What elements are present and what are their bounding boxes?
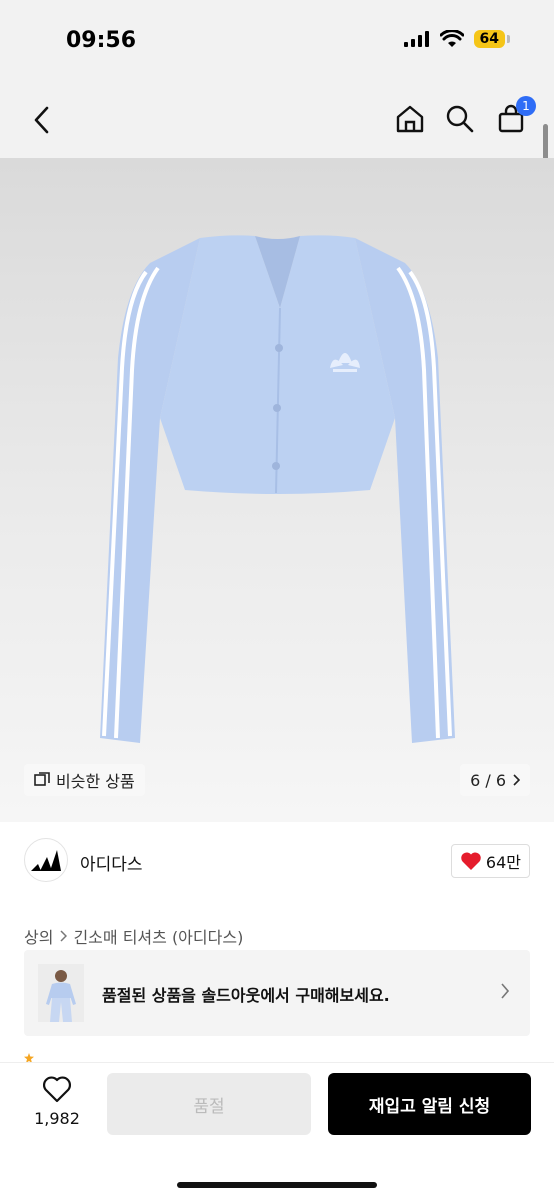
battery-tip [507,35,510,43]
heart-outline-icon [43,1076,71,1103]
chevron-right-icon [60,930,68,942]
chevron-right-icon [501,983,510,999]
model-thumbnail-image [38,964,84,1022]
wishlist-button[interactable]: 1,982 [30,1075,84,1128]
wishlist-count: 1,982 [34,1109,80,1128]
top-nav: 1 [0,80,554,158]
banner-thumbnail [38,964,84,1022]
battery-indicator: 64 [473,30,505,48]
heart-icon [461,852,481,870]
status-time: 09:56 [66,28,137,53]
breadcrumb-subcategory[interactable]: 긴소매 티셔츠 (아디다스) [73,924,243,948]
image-page-number: 6 / 6 [470,770,506,790]
cart-button[interactable]: 1 [494,96,536,136]
brand-name[interactable]: 아디다스 [80,850,143,875]
back-button[interactable] [26,104,56,136]
brand-logo[interactable] [24,838,68,882]
wifi-icon [439,30,464,47]
breadcrumb-category[interactable]: 상의 [24,924,53,948]
status-icons: 64 [403,30,510,48]
brand-like-button[interactable]: 64만 [450,844,530,878]
brand-like-count: 64만 [485,853,521,872]
home-icon [396,105,424,133]
restock-alert-button[interactable]: 재입고 알림 신청 [328,1073,531,1135]
soldout-promo-banner[interactable]: 품절된 상품을 솔드아웃에서 구매해보세요. [24,950,530,1036]
chevron-right-icon [513,774,520,786]
product-photo-cardigan [100,235,455,743]
adidas-logo [31,850,61,871]
similar-products-button[interactable]: 비슷한 상품 [24,764,145,796]
breadcrumb: 상의 긴소매 티셔츠 (아디다스) [24,924,243,948]
search-icon [446,105,474,133]
soldout-banner-text: 품절된 상품을 솔드아웃에서 구매해보세요. [102,986,390,1005]
product-image-gallery[interactable]: 비슷한 상품 6 / 6 [0,158,554,822]
image-page-indicator[interactable]: 6 / 6 [460,764,530,796]
back-icon [34,106,49,134]
signal-icon [403,31,429,47]
similar-products-label: 비슷한 상품 [56,772,135,791]
status-bar: 09:56 64 [0,0,554,80]
home-indicator[interactable] [177,1182,377,1188]
similar-icon [34,772,50,786]
cart-count-badge: 1 [516,96,536,116]
search-button[interactable] [443,102,477,136]
bottom-action-bar: 1,982 품절 재입고 알림 신청 [0,1062,554,1200]
brand-row: 아디다스 64만 [0,822,554,902]
home-button[interactable] [393,102,427,136]
soldout-button: 품절 [107,1073,311,1135]
